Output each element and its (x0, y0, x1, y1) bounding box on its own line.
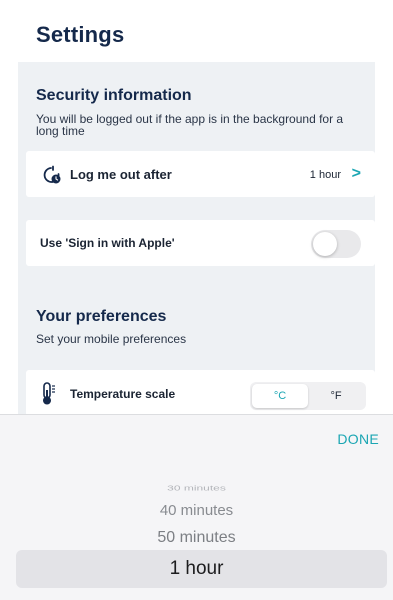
sign-in-with-apple-toggle[interactable] (311, 230, 361, 258)
settings-content: Security information You will be logged … (18, 62, 375, 416)
logout-timer-row[interactable]: Log me out after 1 hour > (26, 151, 375, 197)
preferences-section-subtitle: Set your mobile preferences (36, 332, 187, 346)
thermometer-icon (43, 382, 55, 405)
temperature-scale-label: Temperature scale (70, 387, 176, 401)
security-section-title: Security information (36, 87, 192, 104)
done-button[interactable]: DONE (337, 431, 379, 447)
page-title: Settings (36, 22, 125, 47)
picker-option-50-minutes[interactable]: 50 minutes (0, 529, 393, 547)
temperature-scale-row: Temperature scale °C °F (26, 370, 375, 416)
sign-in-with-apple-row: Use 'Sign in with Apple' (26, 220, 375, 266)
timer-clock-icon (43, 165, 61, 184)
logout-timer-value: 1 hour (309, 169, 341, 181)
fahrenheit-option[interactable]: °F (308, 384, 364, 408)
settings-screen: Settings Security information You will b… (0, 0, 393, 600)
temperature-scale-segmented-control: °C °F (250, 382, 366, 410)
picker-option-30-minutes[interactable]: 30 minutes (0, 484, 393, 493)
picker-sheet: DONE 30 minutes 40 minutes 50 minutes 1 … (0, 414, 393, 600)
header: Settings (18, 0, 375, 62)
picker-option-40-minutes[interactable]: 40 minutes (0, 502, 393, 519)
logout-timer-label: Log me out after (70, 167, 172, 182)
preferences-section-title: Your preferences (36, 308, 167, 325)
toggle-knob (313, 232, 337, 256)
sign-in-with-apple-label: Use 'Sign in with Apple' (40, 236, 175, 250)
security-section-subtitle: You will be logged out if the app is in … (36, 112, 344, 138)
picker-option-1-hour[interactable]: 1 hour (0, 558, 393, 580)
chevron-right-icon: > (351, 165, 361, 182)
celsius-option[interactable]: °C (252, 384, 308, 408)
